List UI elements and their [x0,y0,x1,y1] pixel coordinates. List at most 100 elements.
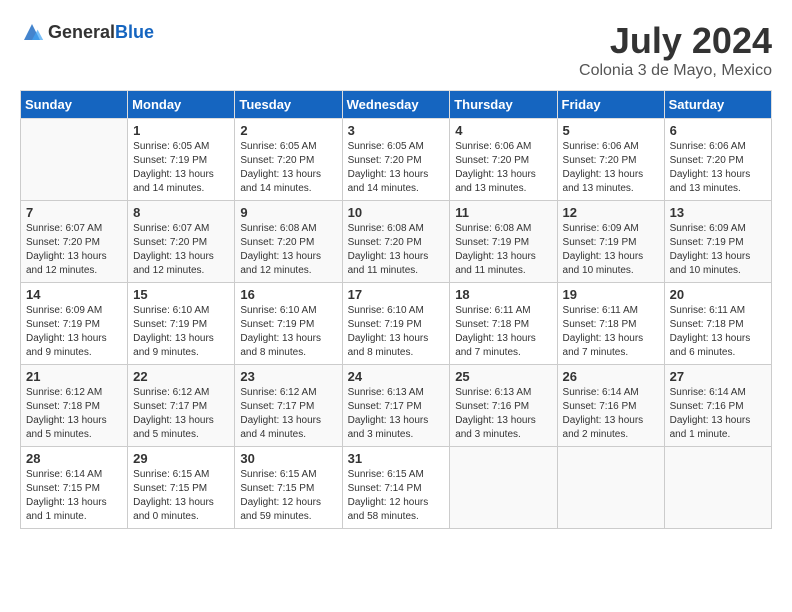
logo-icon [20,20,44,44]
day-number: 3 [348,123,445,138]
day-number: 10 [348,205,445,220]
day-number: 16 [240,287,336,302]
calendar-cell: 30 Sunrise: 6:15 AMSunset: 7:15 PMDayligh… [235,447,342,529]
day-info: Sunrise: 6:13 AMSunset: 7:17 PMDaylight:… [348,386,445,442]
calendar-cell: 29Sunrise: 6:15 AMSunset: 7:15 PMDayligh… [128,447,235,529]
day-number: 15 [133,287,229,302]
calendar-cell: 11Sunrise: 6:08 AMSunset: 7:19 PMDayligh… [450,201,557,283]
day-info: Sunrise: 6:14 AMSunset: 7:15 PMDaylight:… [26,468,122,524]
col-header-thursday: Thursday [450,91,557,119]
calendar-header-row: SundayMondayTuesdayWednesdayThursdayFrid… [21,91,772,119]
calendar-cell [664,447,771,529]
day-number: 8 [133,205,229,220]
calendar-cell [21,119,128,201]
day-number: 21 [26,369,122,384]
day-number: 13 [670,205,766,220]
col-header-tuesday: Tuesday [235,91,342,119]
day-info: Sunrise: 6:12 AMSunset: 7:17 PMDaylight:… [133,386,229,442]
logo: GeneralBlue [20,20,154,44]
calendar-cell: 12 Sunrise: 6:09 AMSunset: 7:19 PMDayligh… [557,201,664,283]
calendar-cell: 1 Sunrise: 6:05 AMSunset: 7:19 PMDaylight… [128,119,235,201]
day-info: Sunrise: 6:11 AMSunset: 7:18 PMDaylight:… [670,304,766,360]
calendar-week-row: 14 Sunrise: 6:09 AMSunset: 7:19 PMDayligh… [21,283,772,365]
day-info: Sunrise: 6:15 AMSunset: 7:15 PMDaylight:… [240,468,336,524]
col-header-sunday: Sunday [21,91,128,119]
calendar-cell: 6Sunrise: 6:06 AMSunset: 7:20 PMDaylight… [664,119,771,201]
day-number: 30 [240,451,336,466]
month-title: July 2024 [579,20,772,62]
day-number: 22 [133,369,229,384]
calendar-cell: 20 Sunrise: 6:11 AMSunset: 7:18 PMDayligh… [664,283,771,365]
calendar-cell: 31Sunrise: 6:15 AMSunset: 7:14 PMDayligh… [342,447,450,529]
calendar-cell: 19Sunrise: 6:11 AMSunset: 7:18 PMDayligh… [557,283,664,365]
calendar-cell: 3Sunrise: 6:05 AMSunset: 7:20 PMDaylight… [342,119,450,201]
day-info: Sunrise: 6:11 AMSunset: 7:18 PMDaylight:… [455,304,551,360]
calendar-week-row: 28 Sunrise: 6:14 AMSunset: 7:15 PMDayligh… [21,447,772,529]
calendar-cell: 9 Sunrise: 6:08 AMSunset: 7:20 PMDaylight… [235,201,342,283]
day-number: 18 [455,287,551,302]
calendar-cell: 15 Sunrise: 6:10 AMSunset: 7:19 PMDayligh… [128,283,235,365]
day-info: Sunrise: 6:09 AMSunset: 7:19 PMDaylight:… [670,222,766,278]
day-number: 2 [240,123,336,138]
day-number: 24 [348,369,445,384]
calendar-cell: 24 Sunrise: 6:13 AMSunset: 7:17 PMDayligh… [342,365,450,447]
day-info: Sunrise: 6:09 AMSunset: 7:19 PMDaylight:… [563,222,659,278]
calendar-cell: 26Sunrise: 6:14 AMSunset: 7:16 PMDayligh… [557,365,664,447]
day-number: 26 [563,369,659,384]
day-number: 27 [670,369,766,384]
day-number: 23 [240,369,336,384]
day-info: Sunrise: 6:06 AMSunset: 7:20 PMDaylight:… [563,140,659,196]
col-header-friday: Friday [557,91,664,119]
day-info: Sunrise: 6:08 AMSunset: 7:20 PMDaylight:… [240,222,336,278]
calendar-cell: 23 Sunrise: 6:12 AMSunset: 7:17 PMDayligh… [235,365,342,447]
day-info: Sunrise: 6:10 AMSunset: 7:19 PMDaylight:… [240,304,336,360]
logo-general-text: General [48,22,115,42]
calendar-week-row: 7 Sunrise: 6:07 AMSunset: 7:20 PMDaylight… [21,201,772,283]
day-number: 17 [348,287,445,302]
calendar-body: 1 Sunrise: 6:05 AMSunset: 7:19 PMDaylight… [21,119,772,529]
day-info: Sunrise: 6:05 AMSunset: 7:20 PMDaylight:… [240,140,336,196]
calendar-cell: 14 Sunrise: 6:09 AMSunset: 7:19 PMDayligh… [21,283,128,365]
calendar-cell: 10Sunrise: 6:08 AMSunset: 7:20 PMDayligh… [342,201,450,283]
day-number: 20 [670,287,766,302]
day-number: 28 [26,451,122,466]
calendar-cell [450,447,557,529]
calendar-cell: 5 Sunrise: 6:06 AMSunset: 7:20 PMDaylight… [557,119,664,201]
day-info: Sunrise: 6:08 AMSunset: 7:19 PMDaylight:… [455,222,551,278]
day-info: Sunrise: 6:12 AMSunset: 7:17 PMDaylight:… [240,386,336,442]
calendar-cell: 2 Sunrise: 6:05 AMSunset: 7:20 PMDaylight… [235,119,342,201]
day-number: 14 [26,287,122,302]
calendar-cell: 27 Sunrise: 6:14 AMSunset: 7:16 PMDayligh… [664,365,771,447]
calendar-cell: 7 Sunrise: 6:07 AMSunset: 7:20 PMDaylight… [21,201,128,283]
calendar-cell: 13 Sunrise: 6:09 AMSunset: 7:19 PMDayligh… [664,201,771,283]
day-info: Sunrise: 6:10 AMSunset: 7:19 PMDaylight:… [348,304,445,360]
day-number: 19 [563,287,659,302]
calendar-cell: 4Sunrise: 6:06 AMSunset: 7:20 PMDaylight… [450,119,557,201]
calendar-cell: 17 Sunrise: 6:10 AMSunset: 7:19 PMDayligh… [342,283,450,365]
day-info: Sunrise: 6:05 AMSunset: 7:19 PMDaylight:… [133,140,229,196]
day-info: Sunrise: 6:09 AMSunset: 7:19 PMDaylight:… [26,304,122,360]
day-info: Sunrise: 6:14 AMSunset: 7:16 PMDaylight:… [670,386,766,442]
day-info: Sunrise: 6:12 AMSunset: 7:18 PMDaylight:… [26,386,122,442]
col-header-monday: Monday [128,91,235,119]
day-number: 1 [133,123,229,138]
day-number: 7 [26,205,122,220]
calendar-cell: 28 Sunrise: 6:14 AMSunset: 7:15 PMDayligh… [21,447,128,529]
day-info: Sunrise: 6:07 AMSunset: 7:20 PMDaylight:… [133,222,229,278]
day-info: Sunrise: 6:06 AMSunset: 7:20 PMDaylight:… [670,140,766,196]
day-number: 12 [563,205,659,220]
col-header-saturday: Saturday [664,91,771,119]
calendar-cell: 18 Sunrise: 6:11 AMSunset: 7:18 PMDayligh… [450,283,557,365]
day-number: 5 [563,123,659,138]
day-info: Sunrise: 6:15 AMSunset: 7:14 PMDaylight:… [348,468,445,524]
day-info: Sunrise: 6:07 AMSunset: 7:20 PMDaylight:… [26,222,122,278]
calendar-cell: 21 Sunrise: 6:12 AMSunset: 7:18 PMDayligh… [21,365,128,447]
location-title: Colonia 3 de Mayo, Mexico [579,62,772,80]
calendar-cell: 8 Sunrise: 6:07 AMSunset: 7:20 PMDaylight… [128,201,235,283]
calendar-week-row: 21 Sunrise: 6:12 AMSunset: 7:18 PMDayligh… [21,365,772,447]
calendar-cell [557,447,664,529]
calendar-table: SundayMondayTuesdayWednesdayThursdayFrid… [20,90,772,529]
day-info: Sunrise: 6:10 AMSunset: 7:19 PMDaylight:… [133,304,229,360]
day-number: 9 [240,205,336,220]
calendar-week-row: 1 Sunrise: 6:05 AMSunset: 7:19 PMDaylight… [21,119,772,201]
